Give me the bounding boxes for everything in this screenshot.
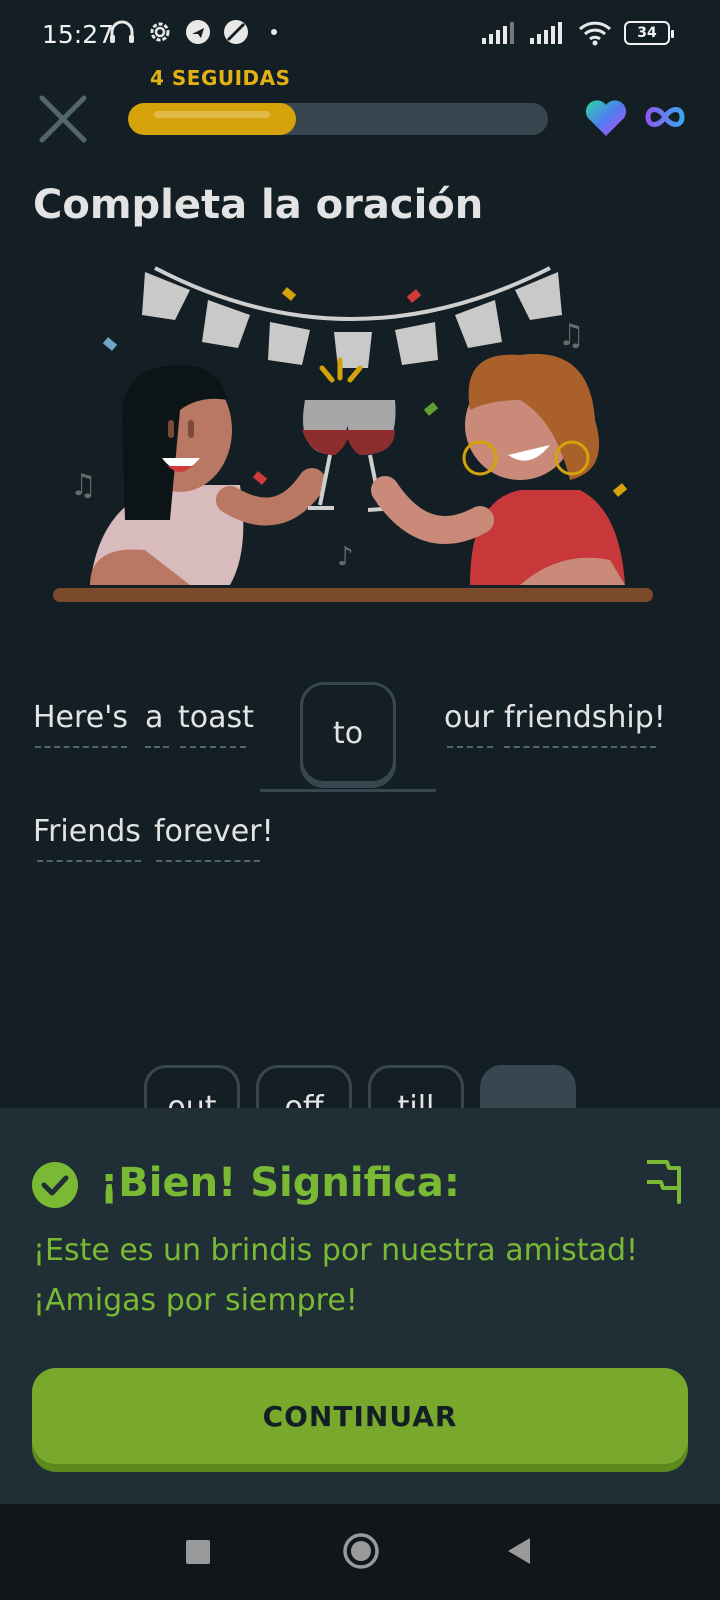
svg-text:♫: ♫	[558, 318, 585, 353]
word-underline	[145, 746, 169, 748]
sentence-word[interactable]: Here's	[33, 700, 128, 735]
infinity-icon	[645, 102, 685, 132]
check-circle-icon	[32, 1162, 78, 1208]
streak-label: 4 SEGUIDAS	[150, 66, 291, 90]
dot-icon	[260, 18, 288, 46]
sentence-word[interactable]: Friends	[33, 814, 141, 849]
progress-fill	[128, 103, 296, 135]
home-button[interactable]	[342, 1532, 380, 1574]
sentence-word[interactable]: toast	[178, 700, 254, 735]
feedback-title: ¡Bien! Significa:	[100, 1160, 460, 1206]
sentence-word[interactable]: friendship!	[504, 700, 666, 735]
toast-illustration: ♫ ♫ ♪	[50, 260, 670, 620]
word-underline	[504, 746, 656, 748]
status-icons-right: 34	[482, 20, 674, 46]
signal-icon	[530, 22, 562, 44]
wifi-icon	[578, 21, 612, 46]
recent-apps-button[interactable]	[186, 1540, 210, 1568]
gear-icon	[146, 18, 174, 46]
close-icon	[39, 95, 87, 143]
data-saver-icon	[222, 18, 250, 46]
back-triangle-icon	[508, 1538, 530, 1564]
status-icons-left	[108, 18, 288, 46]
answer-blank-line	[260, 789, 436, 792]
sentence-word[interactable]: our	[444, 700, 494, 735]
word-underline	[156, 860, 260, 862]
continue-button[interactable]: CONTINUAR	[32, 1368, 688, 1464]
answer-chip[interactable]: to	[300, 682, 396, 784]
word-underline	[447, 746, 493, 748]
square-icon	[186, 1540, 210, 1564]
battery-icon: 34	[624, 21, 674, 45]
svg-text:♪: ♪	[337, 542, 354, 572]
status-bar: 15:27 34	[0, 0, 720, 70]
svg-text:♫: ♫	[70, 468, 97, 503]
airplane-mode-icon	[184, 18, 212, 46]
heart-icon[interactable]	[584, 98, 628, 138]
word-underline	[37, 860, 141, 862]
word-underline	[180, 746, 246, 748]
sentence-word[interactable]: a	[145, 700, 163, 735]
sentence-word[interactable]: forever!	[154, 814, 274, 849]
flag-icon[interactable]	[643, 1158, 683, 1204]
signal-icon	[482, 22, 514, 44]
close-button[interactable]	[38, 94, 88, 144]
feedback-translation: ¡Este es un brindis por nuestra amistad!…	[33, 1233, 639, 1318]
status-time: 15:27	[42, 20, 115, 49]
word-underline	[35, 746, 127, 748]
lesson-progress-bar	[128, 103, 548, 135]
home-circle-icon	[343, 1533, 379, 1569]
headphones-icon	[108, 18, 136, 46]
exercise-title: Completa la oración	[33, 182, 484, 228]
back-button[interactable]	[506, 1536, 532, 1570]
system-nav-bar	[0, 1504, 720, 1600]
